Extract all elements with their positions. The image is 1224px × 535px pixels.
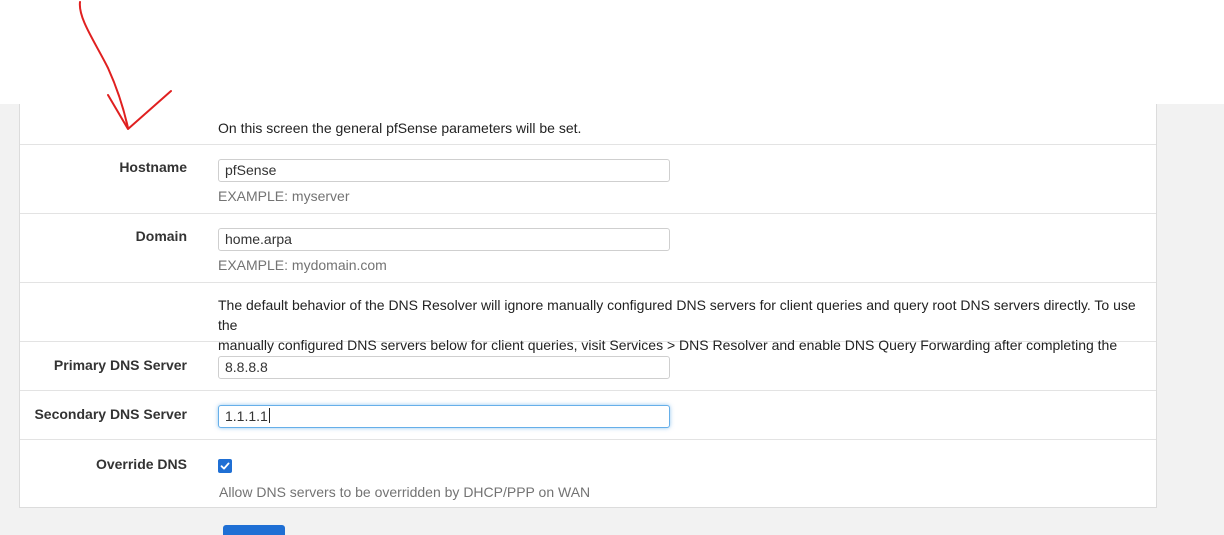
top-blank-area (0, 0, 1224, 104)
next-button[interactable] (223, 525, 285, 535)
secondary-dns-input[interactable]: 1.1.1.1 (218, 405, 670, 428)
domain-value: home.arpa (225, 231, 292, 247)
secondary-dns-value: 1.1.1.1 (225, 408, 268, 424)
secondary-dns-row: Secondary DNS Server 1.1.1.1 (20, 391, 1156, 440)
domain-label: Domain (135, 228, 187, 244)
override-dns-help: Allow DNS servers to be overridden by DH… (219, 484, 591, 500)
domain-help: EXAMPLE: mydomain.com (218, 257, 387, 273)
override-dns-label: Override DNS (95, 456, 187, 472)
hostname-label: Hostname (119, 159, 187, 175)
text-caret (268, 408, 270, 423)
secondary-dns-label: Secondary DNS Server (34, 406, 187, 422)
override-dns-row: Override DNS Allow DNS servers to be ove… (20, 440, 1156, 508)
primary-dns-label: Primary DNS Server (53, 357, 187, 373)
dns-note-row: The default behavior of the DNS Resolver… (20, 283, 1156, 373)
primary-dns-input[interactable]: 8.8.8.8 (218, 356, 670, 379)
override-dns-checkbox[interactable] (218, 459, 232, 473)
primary-dns-row: Primary DNS Server 8.8.8.8 (20, 342, 1156, 391)
general-setup-panel: On this screen the general pfSense param… (19, 104, 1157, 508)
domain-row: Domain home.arpa EXAMPLE: mydomain.com (20, 214, 1156, 283)
intro-row: On this screen the general pfSense param… (20, 104, 1156, 145)
primary-dns-value: 8.8.8.8 (225, 359, 268, 375)
hostname-help: EXAMPLE: myserver (218, 188, 350, 204)
hostname-value: pfSense (225, 162, 277, 178)
hostname-row: Hostname pfSense EXAMPLE: myserver (20, 145, 1156, 214)
intro-text: On this screen the general pfSense param… (218, 120, 582, 136)
hostname-input[interactable]: pfSense (218, 159, 670, 182)
check-icon (220, 462, 230, 470)
domain-input[interactable]: home.arpa (218, 228, 670, 251)
dns-note-line1: The default behavior of the DNS Resolver… (218, 297, 1136, 333)
